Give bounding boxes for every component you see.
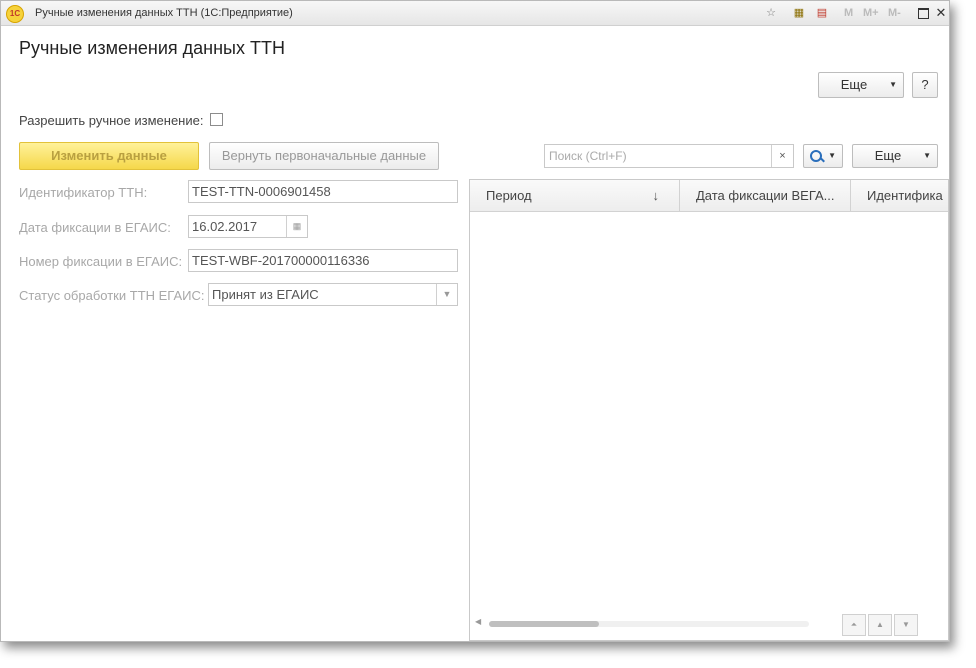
form-more-button[interactable]: Еще ▼ <box>818 72 904 98</box>
fix-date-label: Дата фиксации в ЕГАИС: <box>19 220 171 235</box>
search-options-button[interactable]: ▼ <box>803 144 843 168</box>
calendar-picker-icon[interactable]: ▦ <box>286 216 307 237</box>
search-handle-icon <box>820 157 825 163</box>
allow-manual-label: Разрешить ручное изменение: <box>19 113 204 128</box>
column-period-label: Период <box>486 188 532 203</box>
status-value: Принят из ЕГАИС <box>212 287 319 302</box>
search-input[interactable]: Поиск (Ctrl+F) × <box>544 144 794 168</box>
table-header: Период ↓ Дата фиксации ВЕГА... Идентифик… <box>470 180 948 212</box>
chevron-down-icon[interactable]: ▼ <box>436 284 457 305</box>
fix-date-field[interactable]: 16.02.2017 ▦ <box>188 215 308 238</box>
window-title: Ручные изменения данных ТТН (1С:Предприя… <box>35 7 293 19</box>
close-icon[interactable]: ✕ <box>934 6 948 20</box>
fix-date-value: 16.02.2017 <box>192 219 258 234</box>
status-label: Статус обработки ТТН ЕГАИС: <box>19 288 205 303</box>
search-icon <box>810 150 822 162</box>
memory-m-button[interactable]: M <box>844 7 853 19</box>
change-data-button[interactable]: Изменить данные <box>19 142 199 170</box>
app-logo[interactable]: 1C <box>6 5 24 23</box>
ttn-id-label: Идентификатор ТТН: <box>19 185 148 200</box>
help-button[interactable]: ? <box>912 72 938 98</box>
clear-search-icon[interactable]: × <box>771 145 793 167</box>
status-field[interactable]: Принят из ЕГАИС ▼ <box>208 283 458 306</box>
horizontal-scrollbar[interactable]: ◀ <box>475 617 809 628</box>
fix-number-field[interactable]: TEST-WBF-201700000116336 <box>188 249 458 272</box>
form-more-label: Еще <box>840 77 868 92</box>
form-title: Ручные изменения данных ТТН <box>19 38 285 58</box>
scroll-down-icon[interactable]: ▼ <box>894 614 918 636</box>
list-more-button[interactable]: Еще ▼ <box>852 144 938 168</box>
chevron-down-icon: ▼ <box>889 80 897 89</box>
restore-data-button[interactable]: Вернуть первоначальные данные <box>209 142 439 170</box>
maximize-icon[interactable] <box>916 6 930 20</box>
sort-down-icon[interactable]: ↓ <box>653 180 660 211</box>
list-more-label: Еще <box>874 148 902 163</box>
column-fix-date[interactable]: Дата фиксации ВЕГА... <box>680 180 851 211</box>
allow-manual-checkbox[interactable] <box>210 113 223 126</box>
memory-mplus-button[interactable]: M+ <box>863 7 879 19</box>
chevron-down-icon: ▼ <box>923 151 931 160</box>
search-placeholder: Поиск (Ctrl+F) <box>549 149 627 163</box>
calculator-icon[interactable]: ▦ <box>792 6 806 20</box>
calendar-icon[interactable]: ▤ <box>815 6 829 20</box>
title-bar: 1C Ручные изменения данных ТТН (1С:Предп… <box>1 1 949 26</box>
ttn-id-field[interactable]: TEST-TTN-0006901458 <box>188 180 458 203</box>
fix-number-label: Номер фиксации в ЕГАИС: <box>19 254 183 269</box>
main-window: 1C Ручные изменения данных ТТН (1С:Предп… <box>0 0 950 642</box>
changes-table[interactable]: Период ↓ Дата фиксации ВЕГА... Идентифик… <box>469 179 949 641</box>
memory-mminus-button[interactable]: M- <box>888 7 901 19</box>
chevron-down-icon: ▼ <box>828 151 836 160</box>
scroll-left-icon[interactable]: ◀ <box>475 617 481 626</box>
column-period[interactable]: Период ↓ <box>470 180 680 211</box>
scroll-thumb[interactable] <box>489 621 599 627</box>
column-identifier[interactable]: Идентифика <box>851 180 948 211</box>
scroll-top-icon[interactable]: ⏶ <box>842 614 866 636</box>
scroll-up-icon[interactable]: ▲ <box>868 614 892 636</box>
favorite-icon[interactable]: ☆ <box>764 6 778 20</box>
